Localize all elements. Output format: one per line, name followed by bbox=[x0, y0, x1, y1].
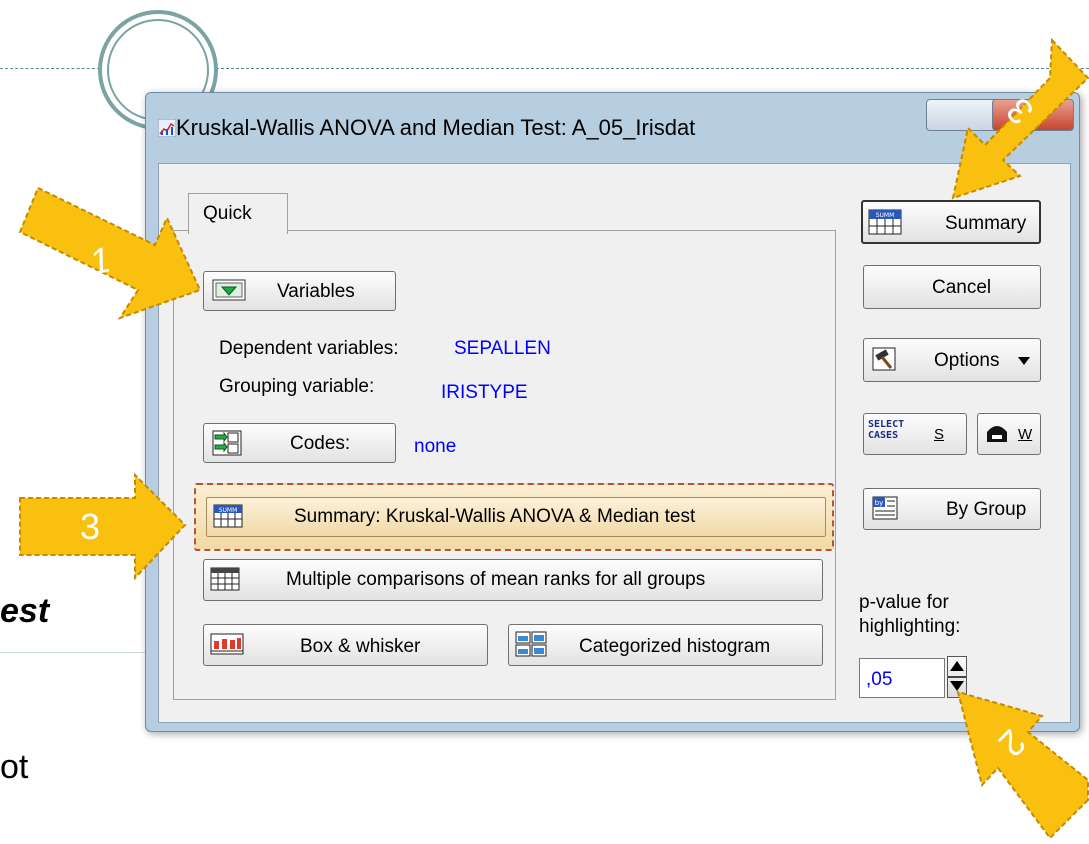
weight-button[interactable]: W bbox=[977, 413, 1041, 455]
chart-app-icon bbox=[158, 119, 176, 137]
select-cases-button[interactable]: SELECT CASES S bbox=[863, 413, 967, 455]
dependent-variables-value[interactable]: SEPALLEN bbox=[454, 338, 551, 360]
slide-divider-left bbox=[0, 68, 100, 69]
by-group-label: By Group bbox=[946, 499, 1027, 520]
summary-kruskal-wallis-inner: SUMM Summary: Kruskal-Wallis ANOVA & Med… bbox=[206, 497, 826, 537]
pvalue-label-line2: highlighting: bbox=[859, 616, 961, 637]
hammer-icon bbox=[872, 347, 896, 371]
pvalue-spinner[interactable] bbox=[947, 656, 967, 698]
select-cases-icon-line2: CASES bbox=[868, 430, 899, 441]
options-button[interactable]: Options bbox=[863, 338, 1041, 382]
dialog-title: Kruskal-Wallis ANOVA and Median Test: A_… bbox=[176, 115, 696, 140]
by-group-icon: by bbox=[872, 496, 898, 520]
kruskal-wallis-dialog: Kruskal-Wallis ANOVA and Median Test: A_… bbox=[145, 92, 1080, 732]
spinner-down-icon[interactable] bbox=[950, 681, 964, 691]
weight-icon bbox=[987, 426, 1007, 442]
select-cases-icon: SELECT CASES bbox=[868, 419, 904, 447]
options-button-label: Options bbox=[934, 350, 1000, 371]
callout-label-1: 1 bbox=[85, 238, 114, 283]
pvalue-input[interactable]: ,05 bbox=[859, 658, 945, 698]
help-button[interactable] bbox=[926, 99, 998, 131]
select-cases-icon-line1: SELECT bbox=[868, 419, 905, 430]
box-whisker-icon bbox=[210, 633, 244, 655]
grouping-variable-label: Grouping variable: bbox=[219, 376, 375, 397]
summary-button-icon-text: SUMM bbox=[876, 212, 895, 219]
codes-button[interactable]: Codes: bbox=[203, 423, 396, 463]
pvalue-label-line1: p-value for bbox=[859, 592, 949, 613]
multiple-comparisons-button[interactable]: Multiple comparisons of mean ranks for a… bbox=[203, 559, 823, 601]
pvalue-input-value: ,05 bbox=[866, 669, 893, 690]
tab-quick-label: Quick bbox=[203, 203, 252, 224]
codes-label: Codes: bbox=[290, 433, 351, 454]
dropdown-arrow-icon bbox=[1018, 357, 1030, 365]
variables-label: Variables bbox=[277, 281, 355, 302]
grouping-variable-value[interactable]: IRISTYPE bbox=[441, 382, 528, 404]
categorized-histogram-icon bbox=[515, 631, 547, 657]
by-group-icon-text: by bbox=[875, 499, 884, 507]
slide-underline bbox=[0, 652, 145, 653]
multiple-comparisons-label: Multiple comparisons of mean ranks for a… bbox=[286, 569, 706, 590]
codes-value[interactable]: none bbox=[414, 436, 456, 458]
tab-quick[interactable]: Quick bbox=[188, 193, 288, 234]
dependent-variables-label: Dependent variables: bbox=[219, 338, 399, 359]
slide-text-fragment-est: est bbox=[0, 592, 50, 630]
summary-button-label: Summary bbox=[945, 213, 1027, 234]
summary-button[interactable]: SUMM Summary bbox=[861, 200, 1041, 244]
categorized-histogram-button[interactable]: Categorized histogram bbox=[508, 624, 823, 666]
by-group-button[interactable]: by By Group bbox=[863, 488, 1041, 530]
slide-divider-right bbox=[216, 68, 1089, 69]
spinner-divider bbox=[948, 676, 966, 678]
cancel-button-label: Cancel bbox=[932, 277, 992, 298]
codes-icon bbox=[212, 430, 242, 456]
slide-text-fragment-ot: ot bbox=[0, 748, 29, 786]
variables-button[interactable]: Variables bbox=[203, 271, 396, 311]
select-cases-hotkey: S bbox=[934, 426, 945, 443]
categorized-histogram-label: Categorized histogram bbox=[579, 636, 771, 657]
multiple-comparisons-icon bbox=[210, 567, 240, 591]
variables-icon bbox=[212, 279, 246, 301]
spinner-up-icon[interactable] bbox=[950, 661, 964, 671]
summary-button-icon: SUMM bbox=[868, 209, 902, 235]
summary-icon-text: SUMM bbox=[219, 507, 238, 514]
box-whisker-label: Box & whisker bbox=[300, 636, 421, 657]
box-whisker-button[interactable]: Box & whisker bbox=[203, 624, 488, 666]
callout-label-3-left: 3 bbox=[80, 506, 101, 547]
summary-kruskal-wallis-button[interactable]: SUMM Summary: Kruskal-Wallis ANOVA & Med… bbox=[194, 483, 834, 551]
weight-hotkey: W bbox=[1018, 426, 1033, 443]
summary-kruskal-wallis-label: Summary: Kruskal-Wallis ANOVA & Median t… bbox=[294, 506, 696, 527]
cancel-button[interactable]: Cancel bbox=[863, 265, 1041, 309]
summary-table-icon: SUMM bbox=[213, 504, 243, 528]
